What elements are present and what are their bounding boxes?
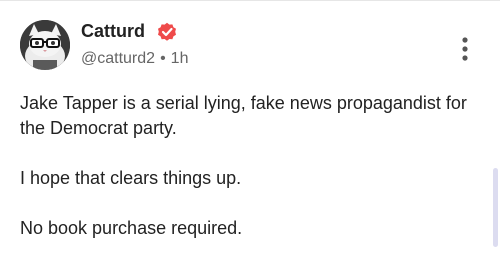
top-divider (0, 0, 500, 1)
cat-avatar-icon (20, 20, 70, 70)
author-meta: @catturd2 • 1h (81, 50, 188, 68)
post-paragraph: I hope that clears things up. (20, 168, 242, 188)
author-handle[interactable]: @catturd2 (81, 50, 155, 67)
meta-separator: • (160, 50, 166, 67)
verified-badge-icon (158, 22, 176, 41)
post-timestamp[interactable]: 1h (171, 50, 189, 67)
post-paragraph: Jake Tapper is a serial lying, fake news… (20, 93, 467, 138)
display-name[interactable]: Catturd (81, 21, 145, 42)
post-card: Catturd @catturd2 • 1h Jake Tapper is a se… (0, 0, 500, 247)
more-vertical-icon[interactable] (456, 34, 474, 64)
post-body: Jake Tapper is a serial lying, fake news… (20, 91, 480, 266)
avatar[interactable] (20, 20, 70, 70)
scrollbar-thumb[interactable] (493, 168, 498, 247)
post-paragraph: No book purchase required. (20, 218, 243, 238)
